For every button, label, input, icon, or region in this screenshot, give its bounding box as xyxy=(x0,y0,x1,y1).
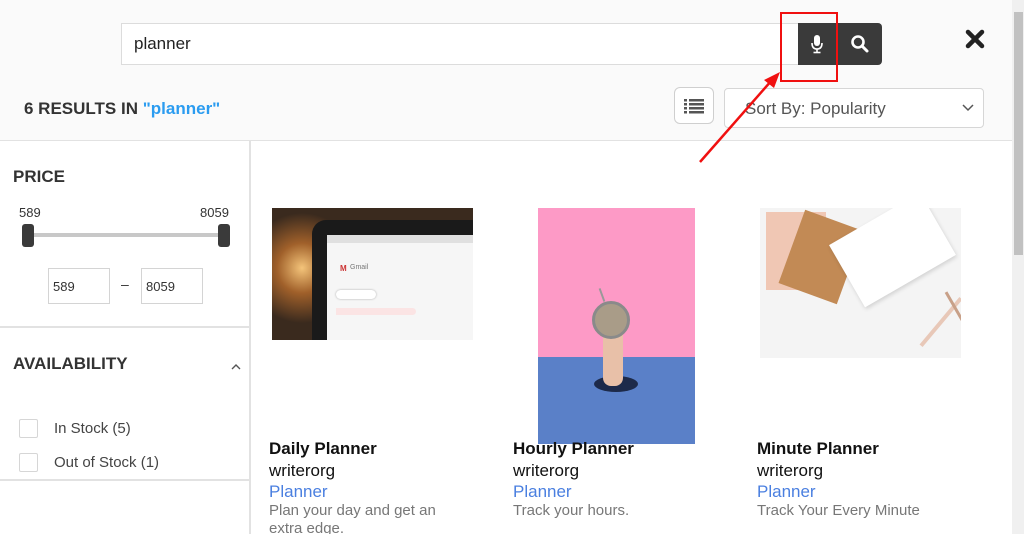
product-image-laptop-gmail[interactable]: M Gmail xyxy=(272,208,473,340)
product-grid: M Gmail Daily Planner writerorg Planner … xyxy=(253,141,1012,534)
product-image-notebooks-pencils[interactable] xyxy=(760,208,961,358)
price-max-label: 8059 xyxy=(200,205,229,220)
results-panel: PRICE 589 8059 – AVAILABILITY In Stock (… xyxy=(0,140,1012,534)
availability-filter: AVAILABILITY In Stock (5) Out of Stock (… xyxy=(0,330,249,481)
product-card[interactable]: Minute Planner writerorg Planner Track Y… xyxy=(741,141,971,534)
price-max-input[interactable] xyxy=(141,268,203,304)
price-filter-title: PRICE xyxy=(13,167,65,186)
chevron-up-icon[interactable] xyxy=(230,362,242,372)
product-image-hand-alarm-clock[interactable] xyxy=(538,208,695,444)
product-card[interactable]: Hourly Planner writerorg Planner Track y… xyxy=(497,141,727,534)
price-slider-max-handle[interactable] xyxy=(218,224,230,247)
checkbox-label: In Stock (5) xyxy=(54,420,131,437)
checkbox[interactable] xyxy=(19,453,38,472)
results-count: 6 RESULTS IN xyxy=(24,99,138,118)
search-input[interactable] xyxy=(134,32,784,56)
product-card[interactable]: M Gmail Daily Planner writerorg Planner … xyxy=(253,141,483,534)
search-box xyxy=(121,23,801,65)
microphone-icon xyxy=(811,35,823,54)
checkbox-label: Out of Stock (1) xyxy=(54,454,160,471)
availability-filter-title: AVAILABILITY xyxy=(13,354,128,373)
list-view-toggle[interactable] xyxy=(674,87,714,124)
results-title: 6 RESULTS IN "planner" xyxy=(24,99,220,119)
sort-select-value: Sort By: Popularity xyxy=(745,99,886,118)
product-category-link[interactable]: Planner xyxy=(269,482,328,502)
search-button-group xyxy=(798,23,882,65)
product-vendor: writerorg xyxy=(757,461,824,480)
product-description: Plan your day and get an extra edge. xyxy=(269,502,436,534)
scrollbar-thumb[interactable] xyxy=(1014,12,1023,255)
chevron-down-icon xyxy=(962,104,974,112)
product-category-link[interactable]: Planner xyxy=(757,482,816,502)
product-description: Track Your Every Minute xyxy=(757,502,920,519)
availability-option-out-of-stock[interactable]: Out of Stock (1) xyxy=(19,453,159,472)
product-vendor: writerorg xyxy=(513,461,580,480)
filter-sidebar: PRICE 589 8059 – AVAILABILITY In Stock (… xyxy=(0,141,251,534)
close-search-button[interactable] xyxy=(963,27,987,51)
checkbox[interactable] xyxy=(19,419,38,438)
product-description: Track your hours. xyxy=(513,502,630,519)
search-icon xyxy=(851,35,869,53)
product-name[interactable]: Minute Planner xyxy=(757,439,879,459)
price-range-separator: – xyxy=(121,276,129,292)
price-slider-track[interactable] xyxy=(28,233,224,237)
list-view-icon xyxy=(684,98,704,113)
price-filter: PRICE 589 8059 – xyxy=(0,141,249,328)
product-name[interactable]: Daily Planner xyxy=(269,439,377,459)
sort-select[interactable]: Sort By: Popularity xyxy=(724,88,984,128)
search-button[interactable] xyxy=(838,23,882,65)
price-min-input[interactable] xyxy=(48,268,110,304)
price-min-label: 589 xyxy=(19,205,41,220)
availability-option-in-stock[interactable]: In Stock (5) xyxy=(19,419,131,438)
close-icon xyxy=(965,29,985,49)
voice-search-button[interactable] xyxy=(798,23,836,65)
product-vendor: writerorg xyxy=(269,461,336,480)
product-category-link[interactable]: Planner xyxy=(513,482,572,502)
price-slider-min-handle[interactable] xyxy=(22,224,34,247)
page-scrollbar[interactable] xyxy=(1012,0,1024,534)
results-query: "planner" xyxy=(142,99,221,118)
product-name[interactable]: Hourly Planner xyxy=(513,439,634,459)
